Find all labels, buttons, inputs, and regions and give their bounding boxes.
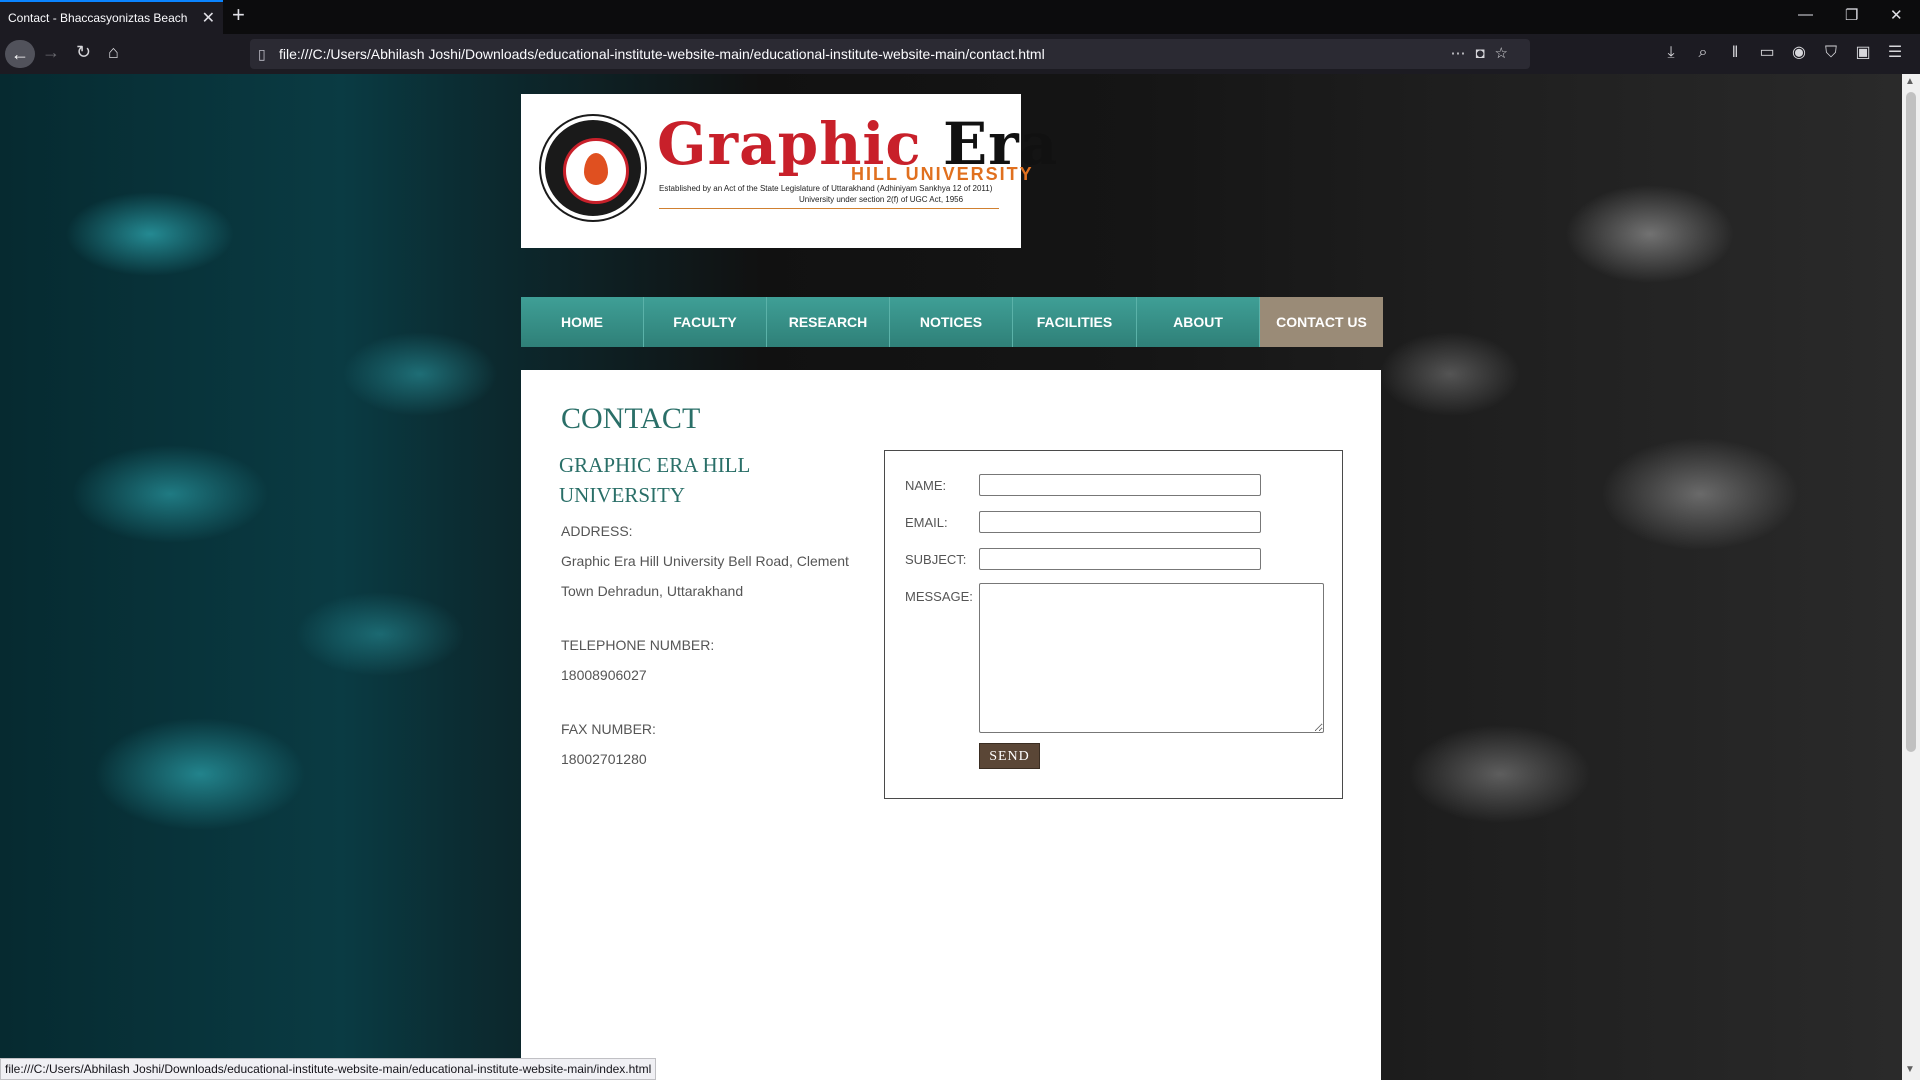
university-seal-icon [541, 116, 645, 220]
fax-label: FAX NUMBER: [561, 721, 656, 737]
logo-tagline-1: Established by an Act of the State Legis… [659, 184, 993, 193]
account-icon[interactable]: ◉ [1783, 42, 1815, 62]
menu-item-faculty[interactable]: FACULTY [644, 297, 767, 347]
bookmark-star-icon[interactable]: ☆ [1495, 45, 1518, 62]
telephone-label: TELEPHONE NUMBER: [561, 637, 715, 653]
tab-title: Contact - Bhaccasyoniztas Beach R [8, 11, 188, 25]
back-button[interactable]: ← [5, 40, 35, 68]
logo-tagline-2: University under section 2(f) of UGC Act… [799, 195, 964, 204]
library-icon[interactable]: ‖ [1719, 44, 1751, 62]
message-label: MESSAGE: [905, 589, 973, 604]
forward-arrow-icon[interactable]: → [42, 42, 60, 62]
close-tab-icon[interactable]: ✕ [202, 8, 215, 28]
scrollbar-thumb[interactable] [1906, 92, 1916, 752]
tab-strip: Contact - Bhaccasyoniztas Beach R ✕ + — … [0, 0, 1920, 34]
contact-form: NAME: EMAIL: SUBJECT: MESSAGE: SEND [884, 450, 1343, 799]
sidebar-icon[interactable]: ▭ [1751, 42, 1783, 62]
fax-number: 18002701280 [561, 751, 647, 767]
message-textarea[interactable] [979, 583, 1324, 733]
extensions-icon[interactable]: ▣ [1847, 42, 1879, 62]
main-menu: HOME FACULTY RESEARCH NOTICES FACILITIES… [521, 297, 1383, 347]
subject-label: SUBJECT: [905, 552, 967, 567]
back-arrow-icon: ← [11, 44, 29, 64]
browser-tab[interactable]: Contact - Bhaccasyoniztas Beach R ✕ [0, 0, 223, 34]
page-viewport: Graphic Era HILL UNIVERSITY Established … [0, 74, 1902, 1080]
menu-icon[interactable]: ☰ [1879, 42, 1911, 62]
download-icon[interactable]: ⤓ [1655, 44, 1687, 62]
toolbar-icons: ⤓ ⌕ ‖ ▭ ◉ ⛉ ▣ ☰ [1655, 42, 1911, 62]
minimize-icon[interactable]: — [1798, 6, 1813, 23]
restore-icon[interactable]: ❐ [1845, 6, 1858, 24]
menu-item-notices[interactable]: NOTICES [890, 297, 1013, 347]
status-bar: file:///C:/Users/Abhilash Joshi/Download… [0, 1058, 657, 1080]
telephone-number: 18008906027 [561, 667, 647, 683]
logo[interactable]: Graphic Era HILL UNIVERSITY Established … [521, 94, 1057, 248]
name-input[interactable] [979, 474, 1261, 496]
organization-name: GRAPHIC ERA HILL UNIVERSITY [559, 453, 750, 507]
shield-icon[interactable]: ⛉ [1815, 44, 1847, 62]
name-label: NAME: [905, 478, 947, 493]
scroll-up-icon[interactable]: ▲ [1905, 76, 1915, 87]
page-title: CONTACT [561, 402, 701, 435]
menu-item-contact-us[interactable]: CONTACT US [1260, 297, 1383, 347]
menu-item-facilities[interactable]: FACILITIES [1013, 297, 1137, 347]
nav-toolbar: ← → ↻ ⌂ ▯ file:///C:/Users/Abhilash Josh… [0, 34, 1920, 74]
home-icon[interactable]: ⌂ [108, 42, 119, 62]
content-panel: CONTACT GRAPHIC ERA HILL UNIVERSITY ADDR… [521, 370, 1381, 1080]
menu-item-research[interactable]: RESEARCH [767, 297, 890, 347]
scroll-down-icon[interactable]: ▼ [1905, 1064, 1915, 1075]
reload-icon[interactable]: ↻ [76, 42, 91, 62]
close-window-icon[interactable]: ✕ [1890, 6, 1903, 24]
pocket-icon[interactable]: ◘ [1475, 45, 1494, 62]
new-tab-icon[interactable]: + [232, 4, 245, 26]
menu-item-home[interactable]: HOME [521, 297, 644, 347]
email-label: EMAIL: [905, 515, 948, 530]
logo-divider [659, 208, 999, 209]
address-label: ADDRESS: [561, 523, 633, 539]
logo-subtitle: HILL UNIVERSITY [851, 164, 1034, 184]
subject-input[interactable] [979, 548, 1261, 570]
menu-item-about[interactable]: ABOUT [1137, 297, 1260, 347]
url-text[interactable]: file:///C:/Users/Abhilash Joshi/Download… [279, 39, 1045, 69]
address-text: Graphic Era Hill University Bell Road, C… [561, 553, 849, 599]
page-icon: ▯ [258, 46, 266, 62]
more-icon[interactable]: ⋯ [1450, 45, 1475, 62]
search-icon[interactable]: ⌕ [1687, 44, 1719, 62]
url-actions: ⋯◘☆ [1450, 39, 1518, 69]
email-input[interactable] [979, 511, 1261, 533]
send-button[interactable]: SEND [979, 743, 1040, 769]
address-bar[interactable]: ▯ file:///C:/Users/Abhilash Joshi/Downlo… [250, 39, 1530, 69]
